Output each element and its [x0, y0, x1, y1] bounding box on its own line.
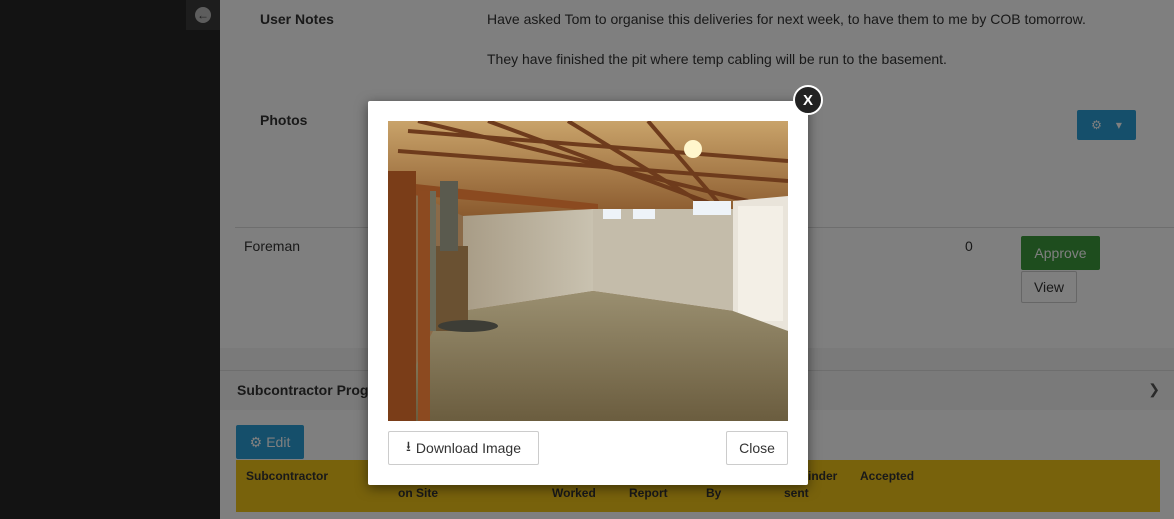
download-icon: ⭳ [406, 438, 411, 454]
close-button[interactable]: Close [726, 431, 788, 465]
download-image-label: Download Image [415, 440, 521, 456]
modal-close-icon[interactable]: X [793, 85, 823, 115]
basement-photo [388, 121, 788, 421]
image-modal: ⭳ Download Image Close [368, 101, 808, 485]
download-image-button[interactable]: ⭳ Download Image [388, 431, 539, 465]
